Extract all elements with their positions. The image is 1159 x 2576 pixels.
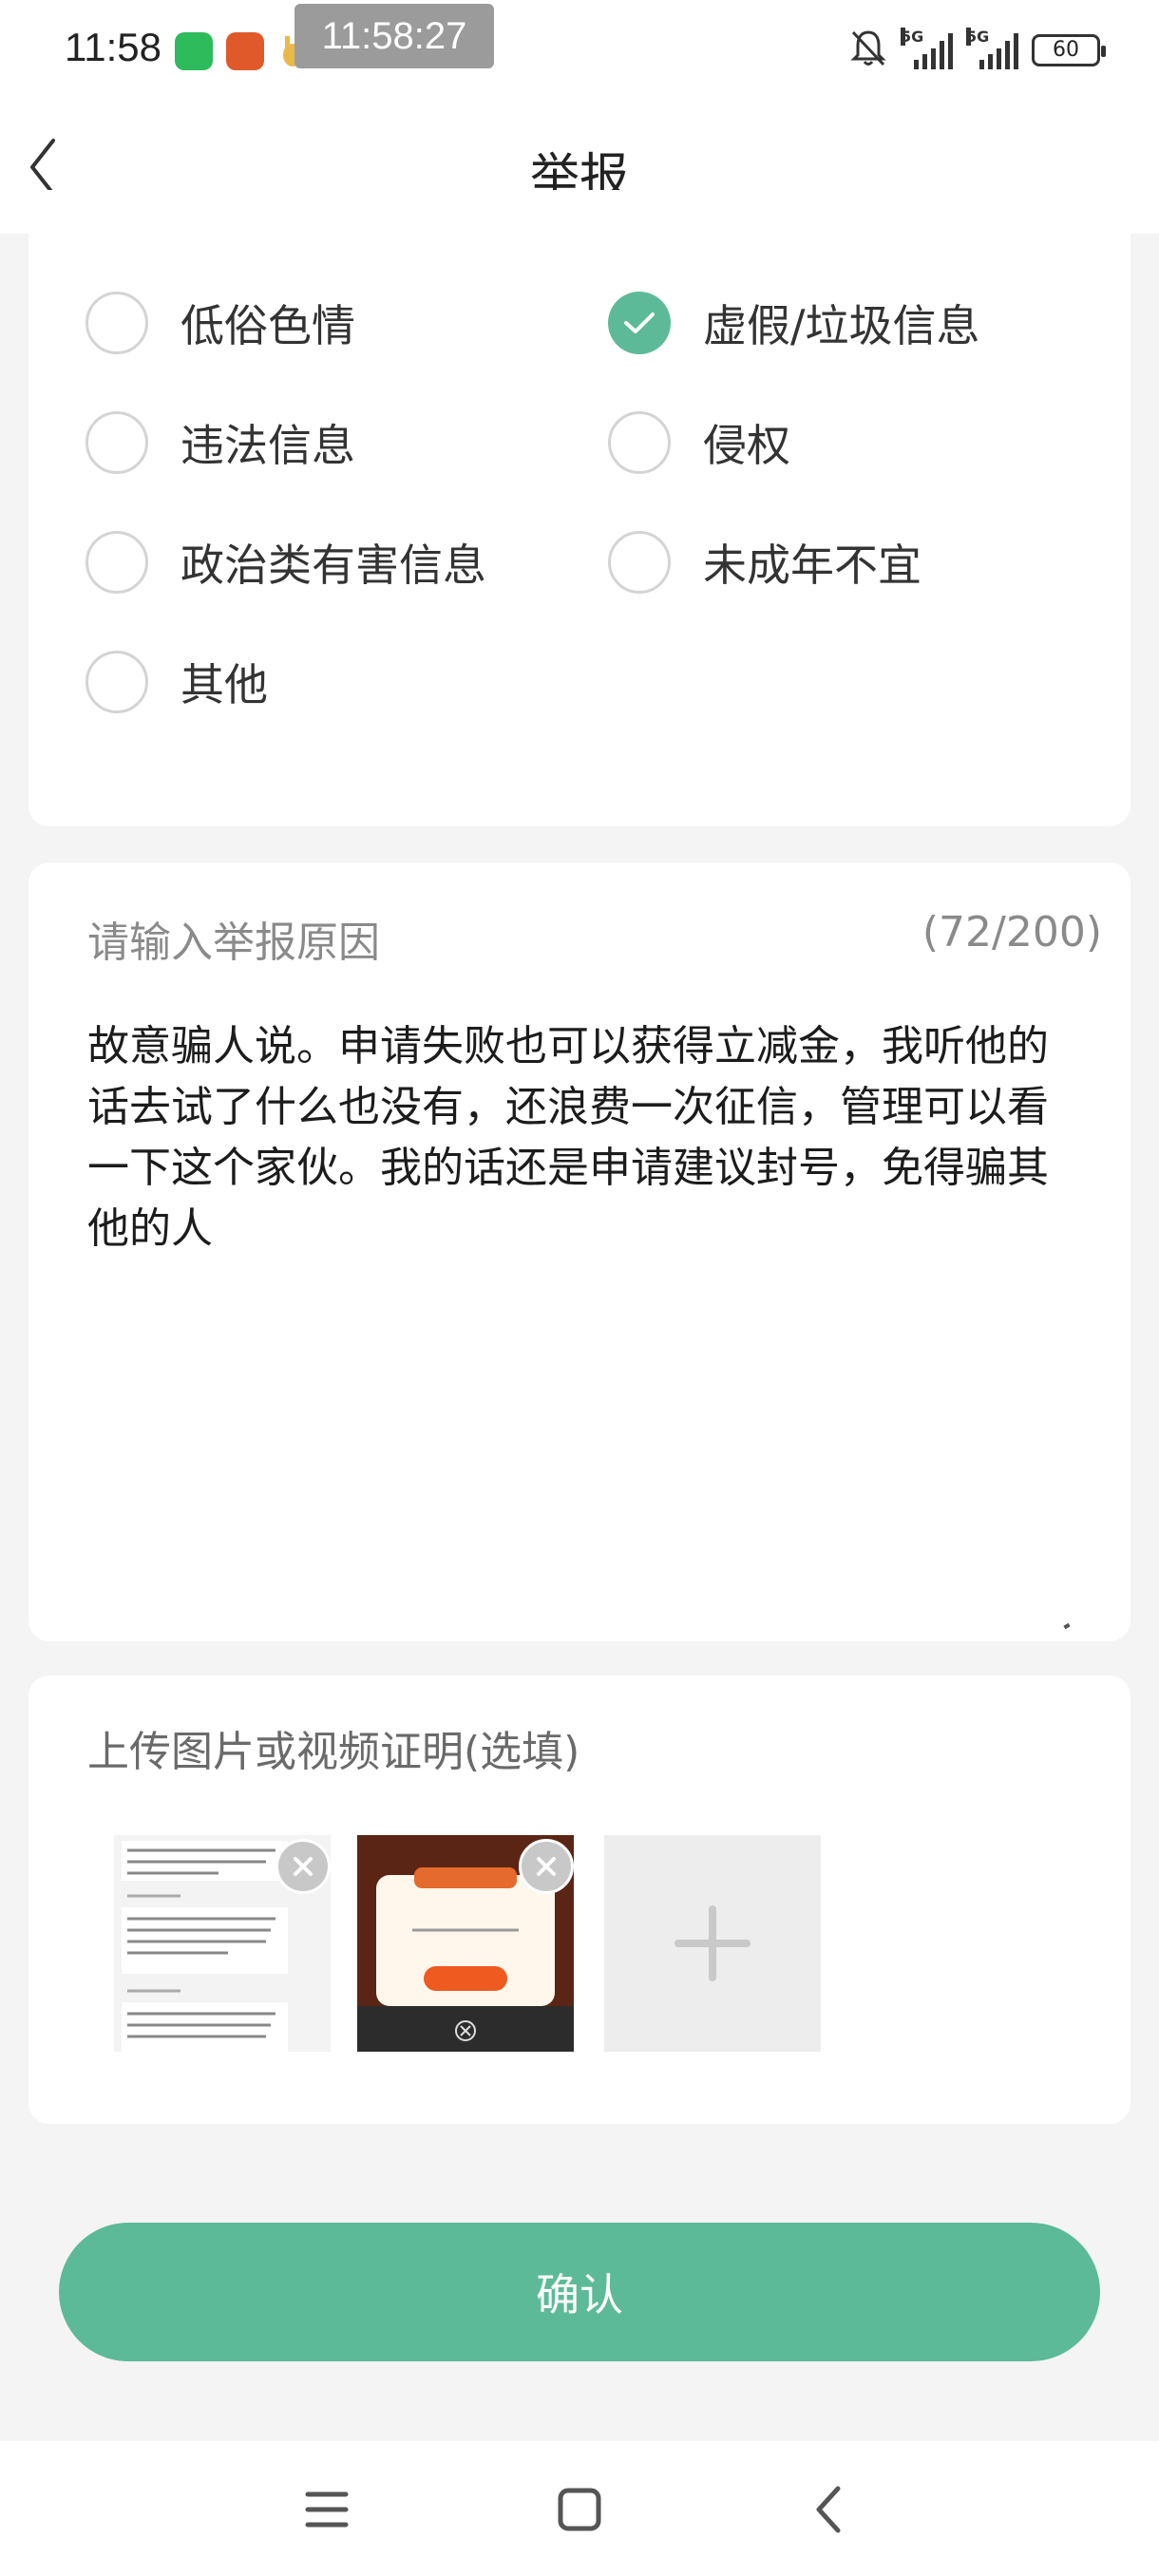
option-label: 低俗色情: [180, 300, 355, 351]
option-false-info[interactable]: 虚假/垃圾信息: [608, 285, 980, 361]
reason-card: 请输入举报原因 (72/200) 故意骗人说。申请失败也可以获得立减金，我听他的…: [28, 862, 1130, 1641]
close-icon: [294, 1857, 313, 1876]
status-time: 11:58: [65, 25, 162, 69]
check-icon: [624, 313, 655, 333]
home-square-icon: [558, 2488, 601, 2531]
radio-button[interactable]: [86, 531, 148, 594]
option-label: 虚假/垃圾信息: [703, 300, 980, 351]
plus-icon: [674, 1905, 750, 1981]
delete-image-button[interactable]: [276, 1839, 331, 1894]
reason-label: 请输入举报原因: [87, 919, 380, 967]
option-infringement[interactable]: 侵权: [608, 405, 790, 481]
chevron-left-icon: [816, 2486, 841, 2533]
option-political[interactable]: 政治类有害信息: [86, 524, 486, 600]
option-label: 政治类有害信息: [180, 540, 486, 591]
option-minors[interactable]: 未成年不宜: [608, 524, 922, 600]
option-vulgar[interactable]: 低俗色情: [86, 285, 355, 361]
battery-icon: 60: [1032, 34, 1106, 66]
option-illegal[interactable]: 违法信息: [86, 405, 355, 481]
status-bar: 11:58 11:58:27 5G 5G 60: [0, 0, 1159, 103]
menu-icon: [305, 2491, 349, 2528]
nav-back-button[interactable]: [800, 2479, 861, 2540]
option-label: 其他: [180, 659, 268, 710]
radio-button[interactable]: [608, 531, 671, 594]
confirm-button[interactable]: 确认: [59, 2223, 1100, 2361]
add-media-button[interactable]: [604, 1835, 821, 2052]
radio-button[interactable]: [86, 292, 148, 354]
upload-card: 上传图片或视频证明(选填): [28, 1676, 1130, 2124]
clock-overlay: 11:58:27: [294, 4, 494, 68]
menu-button[interactable]: [296, 2479, 357, 2540]
system-nav-bar: [0, 2441, 1159, 2576]
app-notification-icon: [226, 32, 264, 70]
option-other[interactable]: 其他: [86, 644, 268, 720]
option-label: 未成年不宜: [703, 540, 922, 591]
signal-icon: 5G: [901, 28, 953, 69]
radio-button[interactable]: [608, 411, 671, 474]
wechat-notification-icon: [175, 32, 213, 70]
delete-image-button[interactable]: [519, 1839, 574, 1894]
option-label: 侵权: [703, 420, 790, 471]
resize-handle: [1063, 1622, 1071, 1630]
report-type-card: 低俗色情 虚假/垃圾信息 违法信息 侵权 政治类有害信息 未成年不宜 其他: [28, 190, 1130, 826]
home-button[interactable]: [549, 2479, 610, 2540]
option-label: 违法信息: [180, 420, 355, 471]
radio-button[interactable]: [86, 651, 148, 713]
radio-button[interactable]: [86, 411, 148, 474]
reason-textarea[interactable]: 故意骗人说。申请失败也可以获得立减金，我听他的话去试了什么也没有，还浪费一次征信…: [87, 1016, 1075, 1260]
close-icon: [537, 1857, 556, 1876]
upload-label: 上传图片或视频证明(选填): [87, 1728, 580, 1776]
mute-bell-icon: [849, 28, 887, 72]
signal-icon-2: 5G: [966, 28, 1018, 69]
char-counter: (72/200): [922, 908, 1102, 957]
radio-button-checked[interactable]: [608, 292, 671, 354]
